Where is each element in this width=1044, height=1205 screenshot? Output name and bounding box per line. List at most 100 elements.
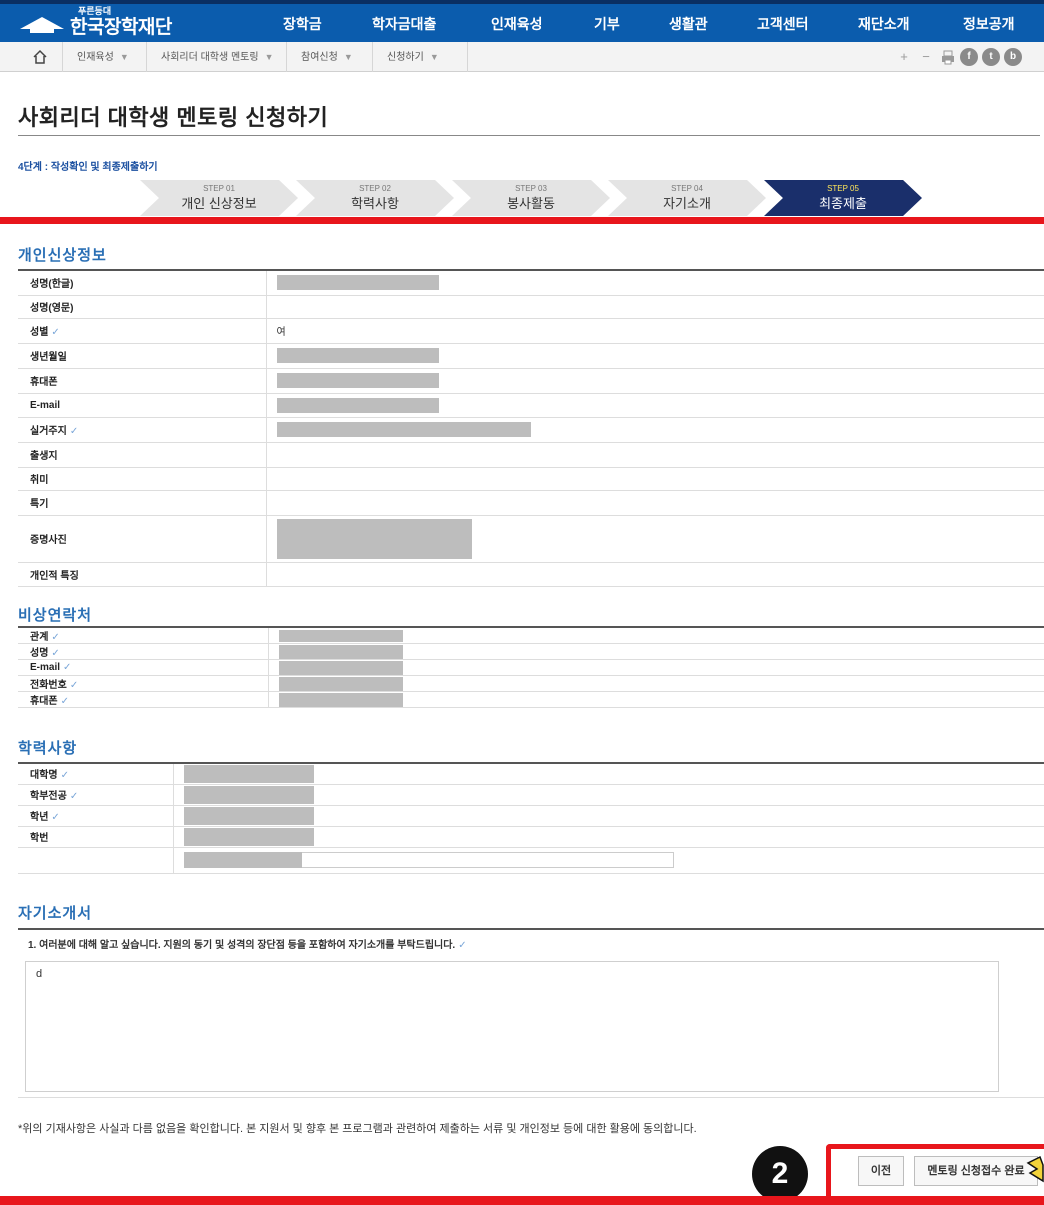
row-label-cell: 취미	[18, 467, 267, 491]
redacted-value	[276, 397, 439, 413]
divider	[18, 135, 1040, 136]
emergency-contact-table: 관계 ✓ 성명 ✓ E-mail ✓ 전화번호 ✓ 휴대폰 ✓	[18, 626, 1044, 708]
submit-button[interactable]: 멘토링 신청접수 완료	[914, 1156, 1038, 1186]
crumb-label: 참여신청	[301, 52, 338, 63]
row-label: 휴대폰	[30, 377, 58, 388]
redacted-value	[276, 348, 439, 363]
table-row: 휴대폰 ✓	[18, 691, 1044, 708]
table-row	[18, 847, 1044, 874]
top-strip	[0, 0, 1044, 4]
row-label-cell: 관계 ✓	[18, 626, 269, 644]
row-label: 특기	[30, 499, 49, 510]
check-icon: ✓	[458, 940, 467, 951]
crumb-label: 인재육성	[77, 52, 114, 63]
redacted-value	[276, 373, 439, 388]
essay-question: 1. 여러분에 대해 알고 싶습니다. 지원의 동기 및 성격의 장단점 등을 …	[28, 936, 467, 951]
section-title-essay: 자기소개서	[18, 905, 93, 922]
menu-scholarship[interactable]: 장학금	[283, 14, 322, 34]
table-row: 출생지	[18, 442, 1044, 468]
row-label-cell: 학번	[18, 826, 174, 848]
crumb-mentoring[interactable]: 사회리더 대학생 멘토링 ▼	[146, 42, 286, 72]
logo[interactable]: 푸른등대 한국장학재단	[18, 6, 172, 38]
crumb-talent[interactable]: 인재육성 ▼	[62, 42, 146, 72]
print-icon[interactable]	[939, 48, 957, 66]
row-label: 성별	[30, 327, 49, 338]
blog-icon[interactable]: b	[1004, 48, 1022, 66]
text-input[interactable]	[301, 852, 674, 868]
row-label-cell: E-mail	[18, 393, 267, 418]
facebook-icon[interactable]: f	[960, 48, 978, 66]
row-label: 성명	[30, 648, 49, 659]
check-icon: ✓	[63, 662, 72, 673]
chevron-down-icon: ▼	[264, 52, 274, 62]
table-row: 관계 ✓	[18, 626, 1044, 644]
essay-answer[interactable]: d	[25, 961, 999, 1092]
row-value: 여	[276, 327, 286, 338]
row-value-cell	[266, 515, 1044, 563]
menu-disclosure[interactable]: 정보공개	[963, 14, 1015, 34]
redacted-value	[278, 660, 403, 675]
redacted-value	[276, 275, 439, 291]
redacted-value	[183, 785, 314, 804]
redacted-value	[278, 692, 403, 707]
section-title-emergency: 비상연락처	[18, 607, 93, 624]
row-value-cell	[173, 784, 1044, 806]
check-icon: ✓	[69, 426, 79, 437]
row-label: 학년	[30, 812, 49, 823]
check-icon: ✓	[51, 812, 60, 823]
highlight-bar-top	[0, 217, 1044, 224]
menu-dormitory[interactable]: 생활관	[669, 14, 708, 34]
menu-talent[interactable]: 인재육성	[491, 14, 543, 34]
row-value-cell	[266, 417, 1044, 443]
menu-customer-center[interactable]: 고객센터	[757, 14, 809, 34]
top-navigation: 푸른등대 한국장학재단 장학금 학자금대출 인재육성 기부 생활관 고객센터 재…	[0, 0, 1044, 42]
highlight-bar-bottom	[0, 1196, 1044, 1205]
check-icon: ✓	[51, 327, 60, 338]
table-row: 성명(영문)	[18, 295, 1044, 319]
menu-student-loan[interactable]: 학자금대출	[372, 14, 436, 34]
twitter-icon[interactable]: t	[982, 48, 1000, 66]
step-num: STEP 04	[671, 184, 703, 193]
breadcrumb: 인재육성 ▼ 사회리더 대학생 멘토링 ▼ 참여신청 ▼ 신청하기 ▼ + − f t …	[0, 42, 1044, 72]
menu-donation[interactable]: 기부	[594, 14, 620, 34]
crumb-participation[interactable]: 참여신청 ▼	[286, 42, 372, 72]
prev-button[interactable]: 이전	[858, 1156, 904, 1186]
row-label-cell: 학부전공 ✓	[18, 784, 174, 806]
row-label: 출생지	[30, 451, 58, 462]
home-icon[interactable]	[32, 49, 48, 65]
chevron-down-icon: ▼	[119, 52, 129, 62]
table-row: 학년 ✓	[18, 805, 1044, 827]
zoom-out-icon[interactable]: −	[917, 48, 935, 66]
step-label: 개인 신상정보	[181, 196, 257, 211]
row-label-cell: 대학명 ✓	[18, 762, 174, 785]
row-label: 성명(영문)	[30, 303, 74, 314]
row-value-cell	[173, 762, 1044, 785]
row-value-cell	[173, 847, 1044, 874]
zoom-in-icon[interactable]: +	[895, 48, 913, 66]
row-label-cell: E-mail ✓	[18, 659, 269, 676]
crumb-apply[interactable]: 신청하기 ▼	[372, 42, 468, 72]
crumb-label: 사회리더 대학생 멘토링	[161, 52, 259, 63]
row-label-cell: 출생지	[18, 442, 267, 468]
redacted-value	[183, 806, 314, 825]
redacted-value	[278, 644, 403, 659]
check-icon: ✓	[51, 632, 60, 643]
check-icon: ✓	[60, 770, 69, 782]
step-label: 최종제출	[819, 196, 867, 211]
row-label: 취미	[30, 475, 49, 486]
redacted-value	[183, 852, 302, 868]
row-label-cell: 실거주지 ✓	[18, 417, 267, 443]
redacted-value	[278, 676, 403, 691]
table-row: E-mail ✓	[18, 659, 1044, 676]
table-row: 대학명 ✓	[18, 762, 1044, 785]
row-label-cell	[18, 847, 174, 874]
row-label-cell: 전화번호 ✓	[18, 675, 269, 692]
redacted-value	[278, 629, 403, 642]
row-label: 대학명	[30, 770, 58, 782]
row-label-cell: 증명사진	[18, 515, 267, 563]
essay-question-text: 1. 여러분에 대해 알고 싶습니다. 지원의 동기 및 성격의 장단점 등을 …	[28, 940, 456, 951]
menu-about[interactable]: 재단소개	[858, 14, 910, 34]
step-caption: 4단계 : 작성확인 및 최종제출하기	[18, 162, 158, 173]
crumb-label: 신청하기	[387, 52, 424, 63]
row-label: 개인적 특징	[30, 570, 79, 582]
